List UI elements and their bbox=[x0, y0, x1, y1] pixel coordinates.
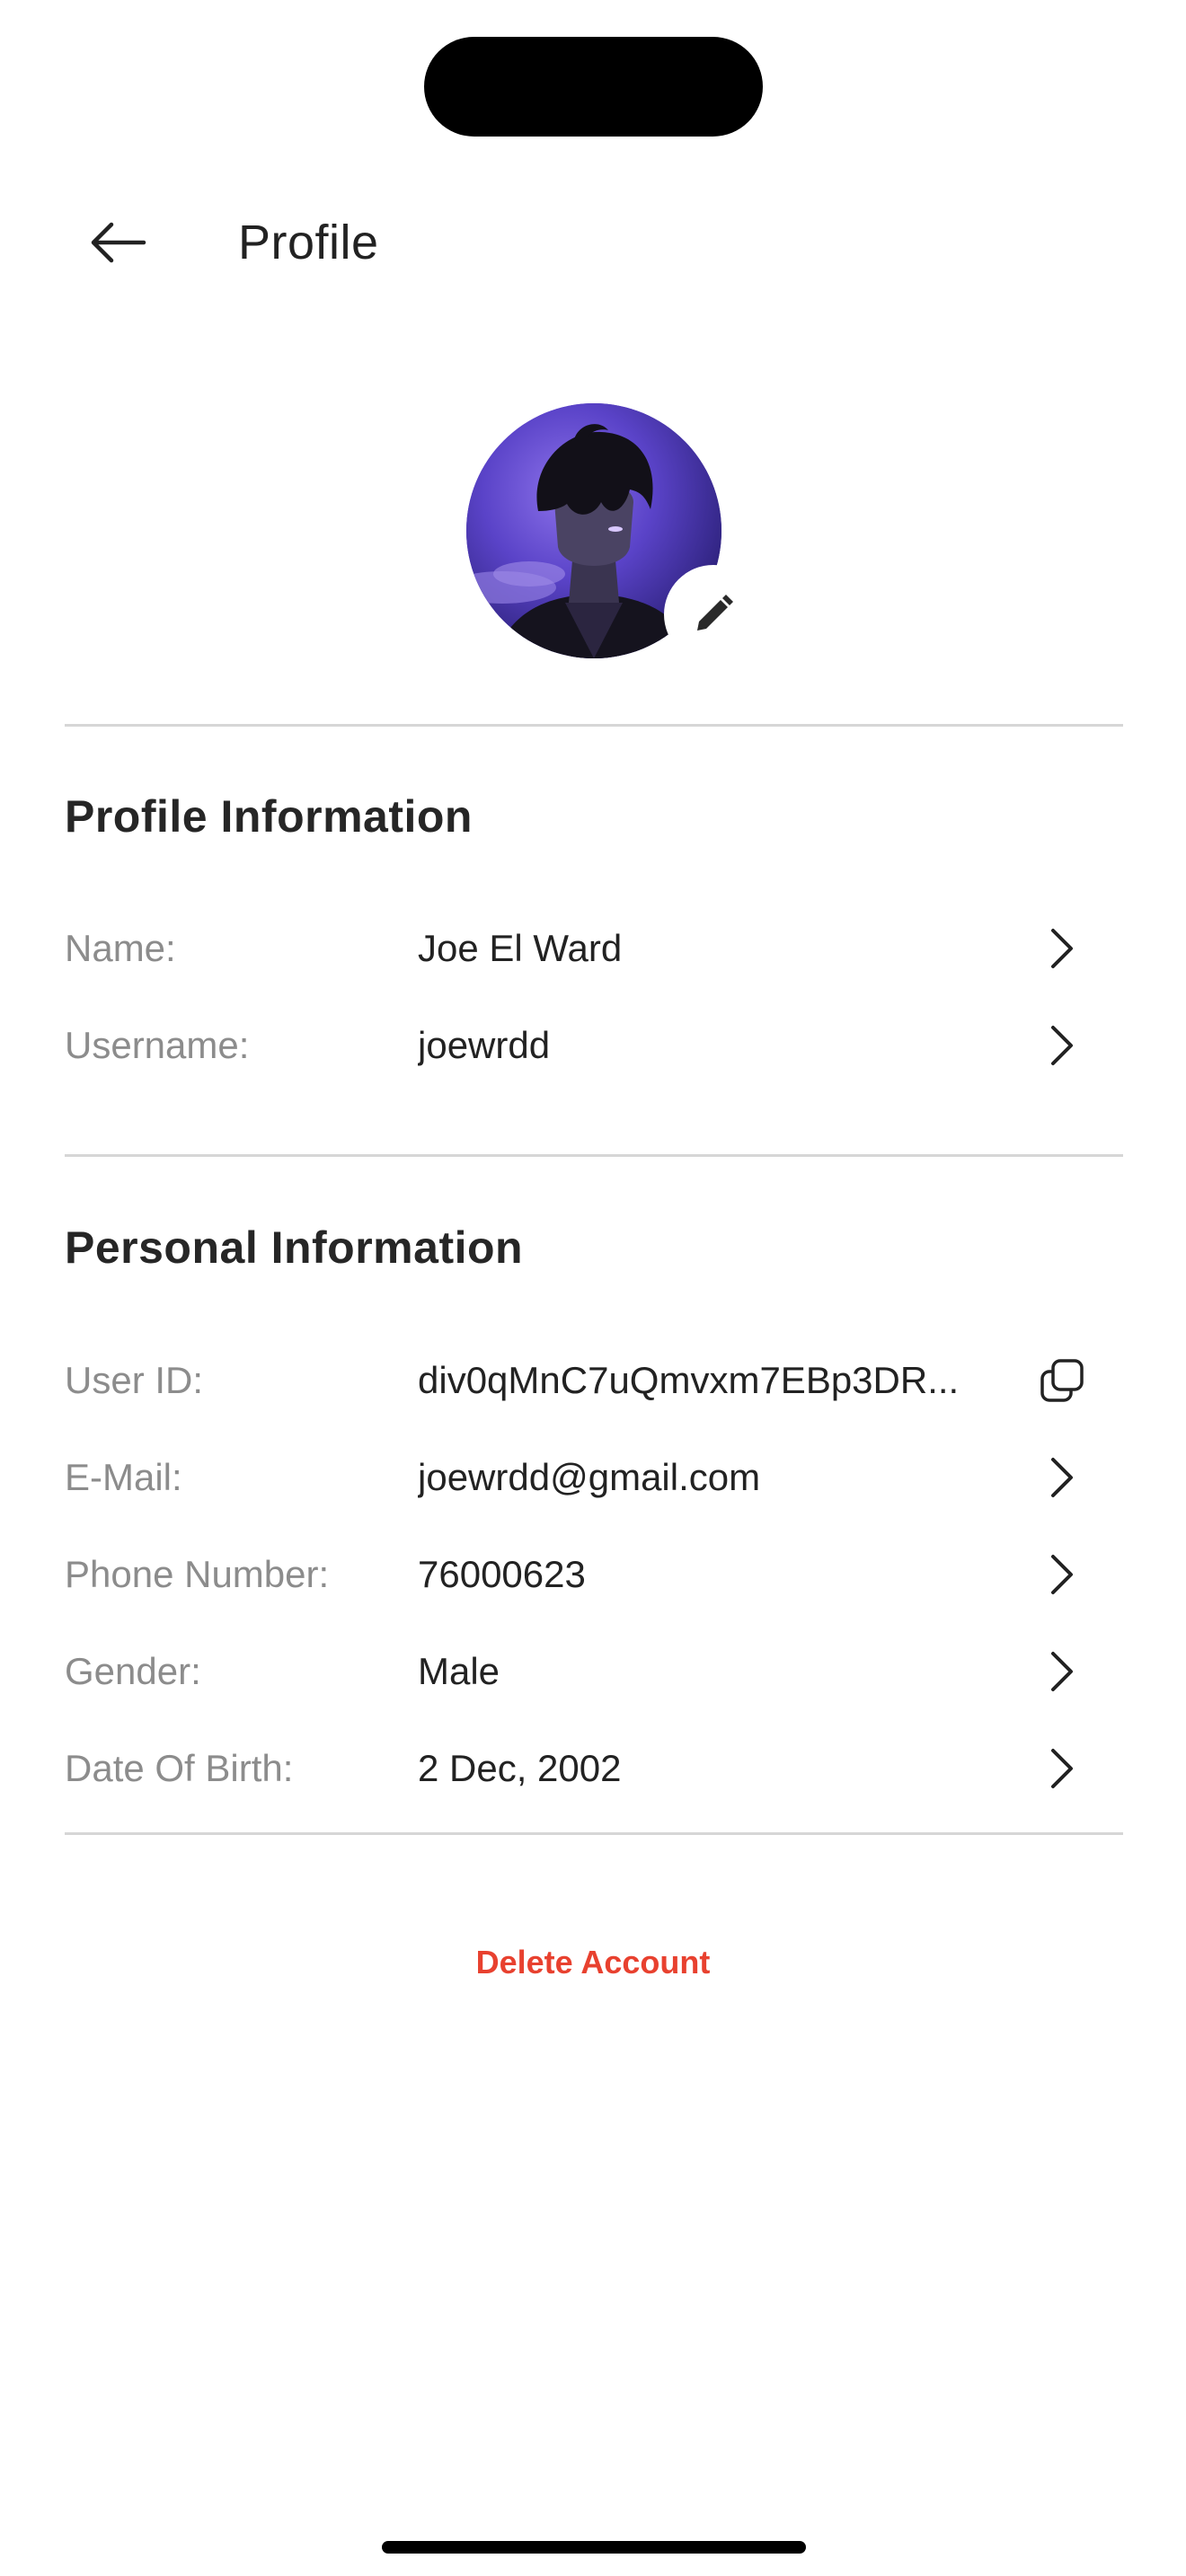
divider bbox=[65, 724, 1123, 727]
row-value: joewrdd bbox=[418, 1024, 551, 1066]
chevron-right-icon bbox=[1026, 1636, 1098, 1707]
home-indicator[interactable] bbox=[382, 2541, 806, 2554]
pencil-icon bbox=[697, 595, 733, 631]
dynamic-island bbox=[424, 37, 763, 137]
chevron-right-icon bbox=[1026, 913, 1098, 984]
divider bbox=[65, 1832, 1123, 1835]
chevron-right-icon bbox=[1026, 1539, 1098, 1610]
row-label: Name: bbox=[65, 927, 176, 969]
back-button[interactable] bbox=[83, 207, 155, 278]
row-date-of-birth[interactable]: Date Of Birth: 2 Dec, 2002 bbox=[65, 1733, 1123, 1804]
header: Profile bbox=[0, 189, 1186, 296]
chevron-right-icon bbox=[1026, 1442, 1098, 1513]
copy-icon[interactable] bbox=[1026, 1345, 1098, 1416]
row-email[interactable]: E-Mail: joewrdd@gmail.com bbox=[65, 1442, 1123, 1513]
edit-avatar-button[interactable] bbox=[666, 567, 761, 662]
row-value: 2 Dec, 2002 bbox=[418, 1747, 622, 1789]
row-name[interactable]: Name: Joe El Ward bbox=[65, 913, 1123, 984]
row-username[interactable]: Username: joewrdd bbox=[65, 1010, 1123, 1081]
chevron-right-icon bbox=[1026, 1010, 1098, 1081]
divider bbox=[65, 1154, 1123, 1157]
avatar-container bbox=[466, 403, 761, 662]
row-value: 76000623 bbox=[418, 1553, 586, 1595]
row-value: joewrdd@gmail.com bbox=[418, 1456, 761, 1498]
delete-account-button[interactable]: Delete Account bbox=[0, 1936, 1186, 1989]
row-value: Joe El Ward bbox=[418, 927, 623, 969]
row-phone-number[interactable]: Phone Number: 76000623 bbox=[65, 1539, 1123, 1610]
row-user-id[interactable]: User ID: div0qMnC7uQmvxm7EBp3DR... bbox=[65, 1345, 1123, 1416]
row-label: Username: bbox=[65, 1024, 250, 1066]
row-value: Male bbox=[418, 1650, 500, 1692]
arrow-left-icon bbox=[91, 222, 146, 263]
chevron-right-icon bbox=[1026, 1733, 1098, 1804]
row-label: E-Mail: bbox=[65, 1456, 182, 1498]
section-title-personal: Personal Information bbox=[65, 1222, 524, 1273]
row-gender[interactable]: Gender: Male bbox=[65, 1636, 1123, 1707]
row-label: Gender: bbox=[65, 1650, 201, 1692]
row-label: Date Of Birth: bbox=[65, 1747, 294, 1789]
section-title-profile: Profile Information bbox=[65, 791, 473, 842]
page-title: Profile bbox=[238, 216, 379, 269]
row-label: Phone Number: bbox=[65, 1553, 330, 1595]
row-value: div0qMnC7uQmvxm7EBp3DR... bbox=[418, 1359, 960, 1401]
row-label: User ID: bbox=[65, 1359, 204, 1401]
